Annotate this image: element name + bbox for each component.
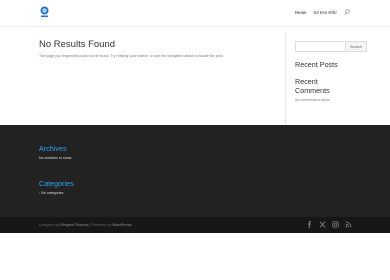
social-icons xyxy=(306,221,352,228)
search-icon[interactable] xyxy=(344,9,350,15)
search-button[interactable]: Search xyxy=(346,41,367,52)
categories-text: • No categories xyxy=(39,191,63,195)
wordpress-link[interactable]: WordPress xyxy=(112,223,131,227)
main-content: No Results Found The page you requested … xyxy=(39,39,269,59)
theme-author-link[interactable]: Elegant Themes xyxy=(61,223,89,227)
footer-widgets: Archives No archives to show. Categories… xyxy=(0,125,390,217)
archives-title: Archives xyxy=(39,144,67,153)
sidebar: Search Recent Posts Recent Comments No c… xyxy=(295,41,367,102)
recent-posts-title: Recent Posts xyxy=(295,60,338,69)
x-icon[interactable] xyxy=(319,221,326,228)
nav-item-home[interactable]: Home xyxy=(295,10,307,15)
recent-comments-text: No comments to show. xyxy=(295,97,331,102)
search-input[interactable] xyxy=(295,41,346,52)
main-nav: Home K2 Kro Kthr xyxy=(295,9,350,15)
rss-icon[interactable] xyxy=(345,221,352,228)
categories-value: No categories xyxy=(41,191,64,195)
archives-text: No archives to show. xyxy=(39,156,73,160)
footer-credits: Designed by Elegant Themes | Powered by … xyxy=(39,223,132,227)
sidebar-search: Search xyxy=(295,41,367,52)
bottom-bar: Designed by Elegant Themes | Powered by … xyxy=(0,217,390,233)
instagram-icon[interactable] xyxy=(332,221,339,228)
recent-comments-title: Recent Comments xyxy=(295,77,330,95)
page-title: No Results Found xyxy=(39,39,116,50)
designed-by-text: Designed by xyxy=(39,223,60,227)
nav-item-k2[interactable]: K2 Kro Kthr xyxy=(314,10,338,15)
site-logo-icon[interactable] xyxy=(40,6,49,18)
powered-separator: | Powered by xyxy=(88,223,113,227)
categories-title: Categories xyxy=(39,179,74,188)
no-results-message: The page you requested could not be foun… xyxy=(39,54,224,59)
facebook-icon[interactable] xyxy=(306,221,313,228)
site-header: Home K2 Kro Kthr xyxy=(0,0,390,26)
sidebar-divider xyxy=(285,32,286,125)
